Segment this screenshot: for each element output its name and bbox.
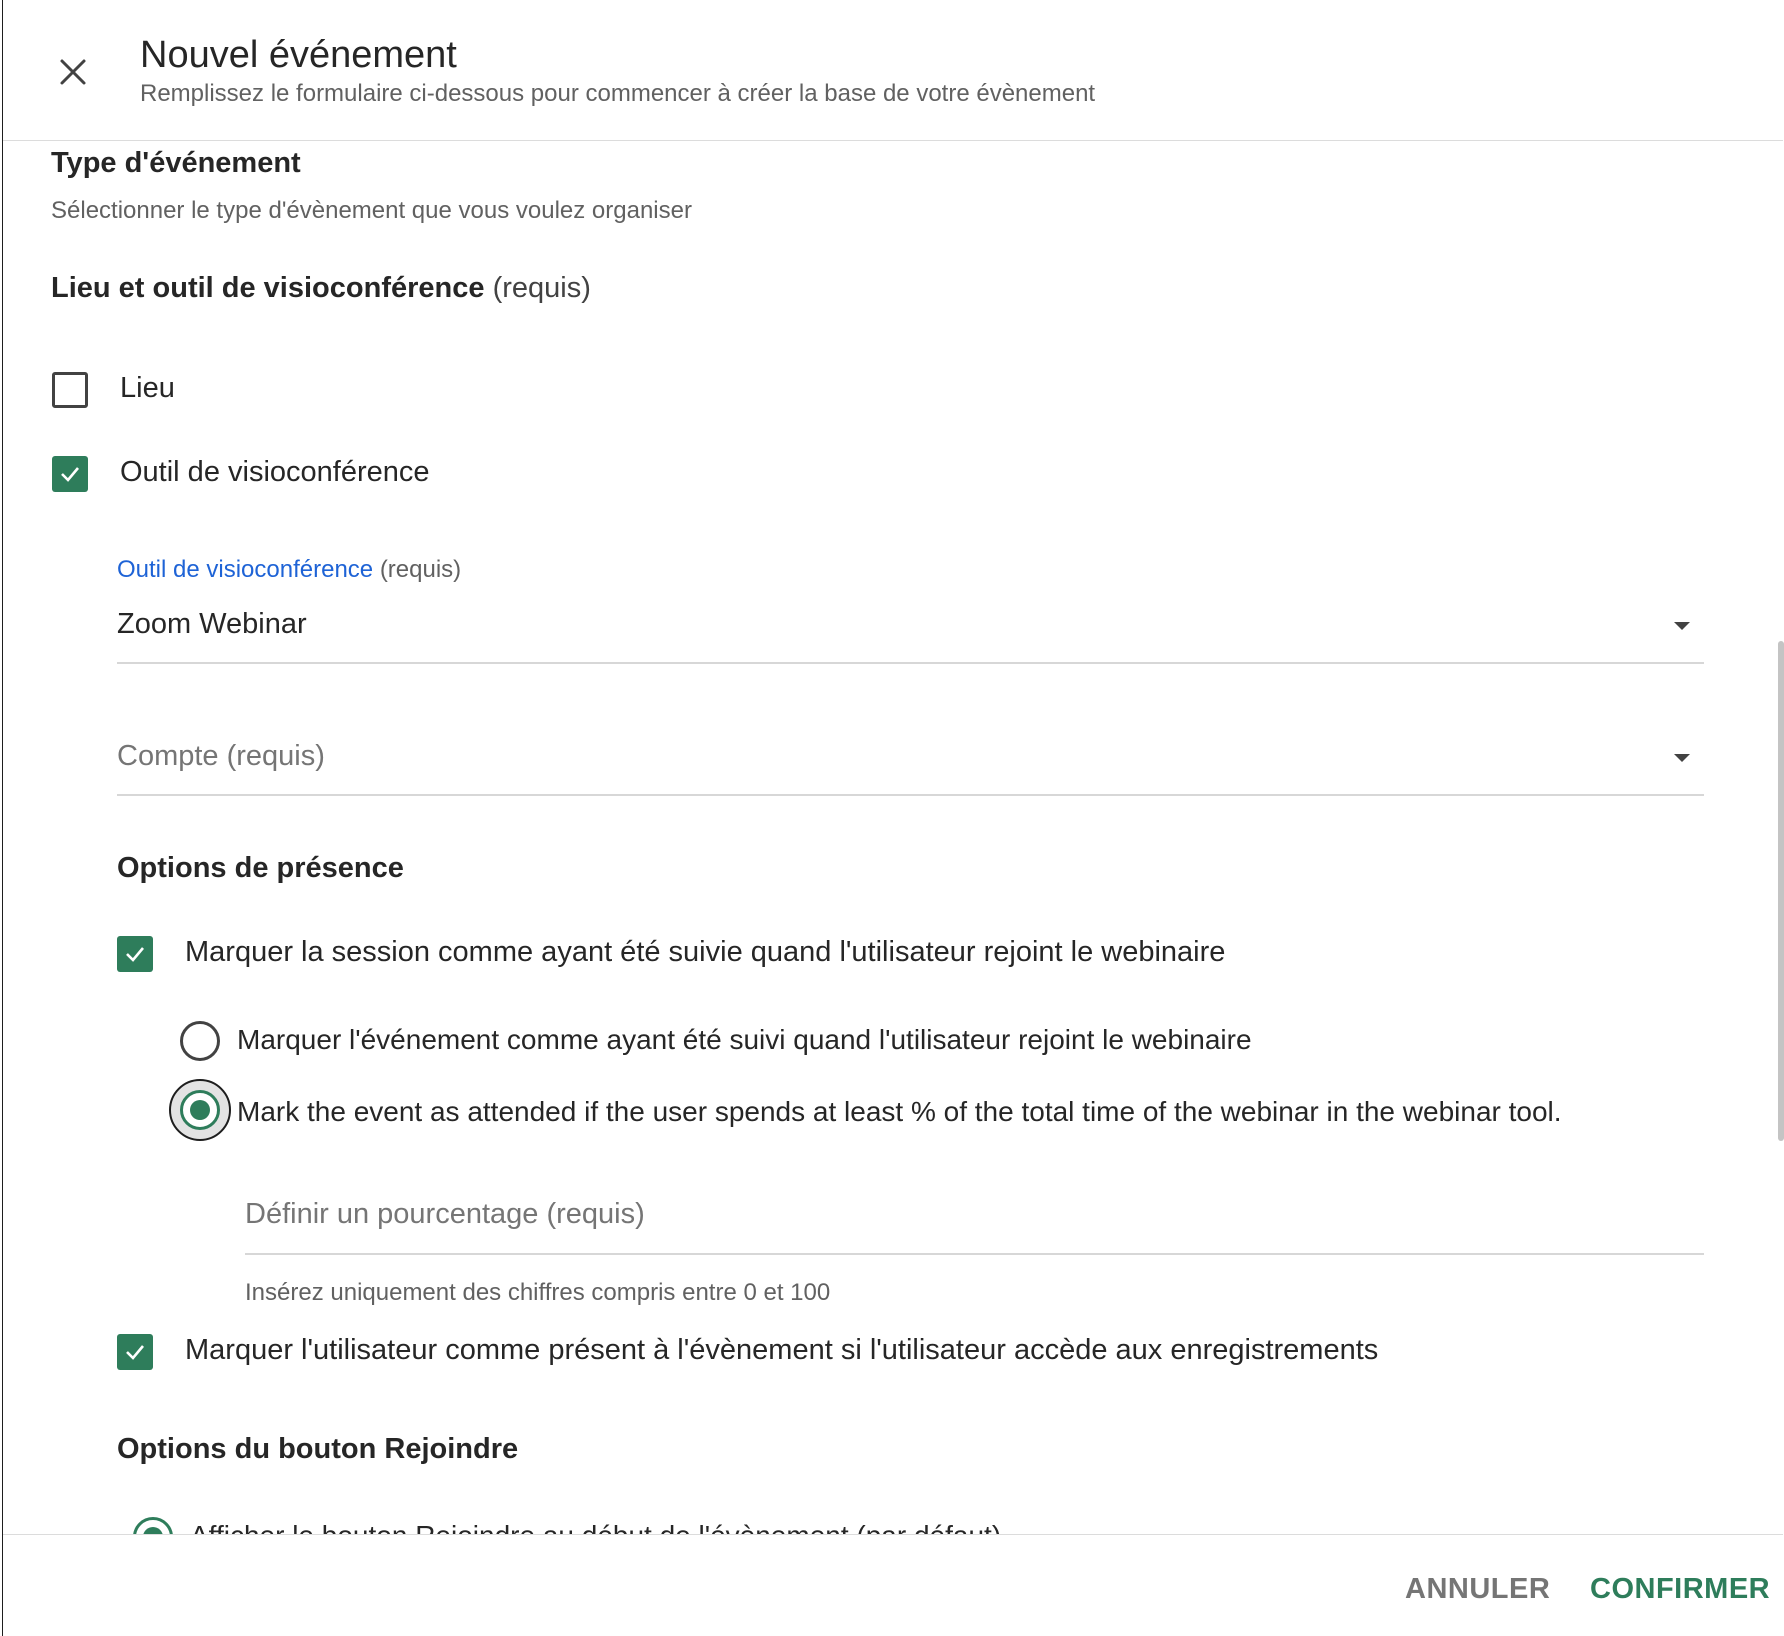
session-attended-label[interactable]: Marquer la session comme ayant été suivi… <box>185 936 1225 969</box>
radio-join-at-start-label[interactable]: Afficher le bouton Rejoindre au début de… <box>190 1520 1001 1534</box>
close-icon <box>60 59 86 85</box>
percentage-input[interactable]: Définir un pourcentage (requis) <box>245 1198 645 1231</box>
close-button[interactable] <box>53 52 93 92</box>
video-tool-select-label: Outil de visioconférence (requis) <box>117 556 462 583</box>
radio-attended-on-join-label[interactable]: Marquer l'événement comme ayant été suiv… <box>237 1024 1252 1056</box>
check-icon <box>126 947 144 962</box>
account-select-underline <box>117 794 1704 796</box>
session-attended-checkbox[interactable] <box>117 936 153 972</box>
radio-attended-by-time-label[interactable]: Mark the event as attended if the user s… <box>237 1096 1562 1128</box>
video-tool-checkbox[interactable] <box>52 456 88 492</box>
confirm-button[interactable]: CONFIRMER <box>1590 1573 1770 1606</box>
cancel-button[interactable]: ANNULER <box>1405 1573 1550 1606</box>
join-button-section-title: Options du bouton Rejoindre <box>117 1433 519 1465</box>
chevron-down-icon[interactable] <box>1674 754 1690 762</box>
dialog-subtitle: Remplissez le formulaire ci-dessous pour… <box>140 80 1096 107</box>
dialog-footer: ANNULER CONFIRMER <box>3 1534 1783 1636</box>
event-type-description: Sélectionner le type d'évènement que vou… <box>51 197 692 224</box>
video-tool-select-underline <box>117 662 1704 664</box>
scrollbar[interactable] <box>1778 641 1784 1141</box>
video-tool-checkbox-label[interactable]: Outil de visioconférence <box>120 456 430 489</box>
percentage-input-underline <box>245 1253 1704 1255</box>
recordings-checkbox[interactable] <box>117 1334 153 1370</box>
check-icon <box>61 467 79 482</box>
dialog-content[interactable]: Type d'événement Sélectionner le type d'… <box>3 141 1773 1534</box>
new-event-dialog: Nouvel événement Remplissez le formulair… <box>2 0 1784 1636</box>
presence-section-title: Options de présence <box>117 852 404 884</box>
location-checkbox[interactable] <box>52 372 88 408</box>
event-type-title: Type d'événement <box>51 147 301 179</box>
video-tool-select[interactable]: Zoom Webinar <box>117 608 307 641</box>
recordings-label[interactable]: Marquer l'utilisateur comme présent à l'… <box>185 1334 1378 1367</box>
chevron-down-icon[interactable] <box>1674 622 1690 630</box>
radio-join-at-start[interactable] <box>133 1517 173 1534</box>
account-select[interactable]: Compte (requis) <box>117 740 325 773</box>
location-checkbox-label[interactable]: Lieu <box>120 372 175 405</box>
required-marker: (requis) <box>492 272 591 304</box>
percentage-hint: Insérez uniquement des chiffres compris … <box>245 1279 831 1306</box>
radio-attended-on-join[interactable] <box>180 1021 220 1061</box>
dialog-header: Nouvel événement Remplissez le formulair… <box>3 0 1783 141</box>
dialog-title: Nouvel événement <box>140 34 457 76</box>
radio-attended-by-time[interactable] <box>180 1090 220 1130</box>
check-icon <box>126 1345 144 1360</box>
location-section-title: Lieu et outil de visioconférence (requis… <box>51 272 591 304</box>
